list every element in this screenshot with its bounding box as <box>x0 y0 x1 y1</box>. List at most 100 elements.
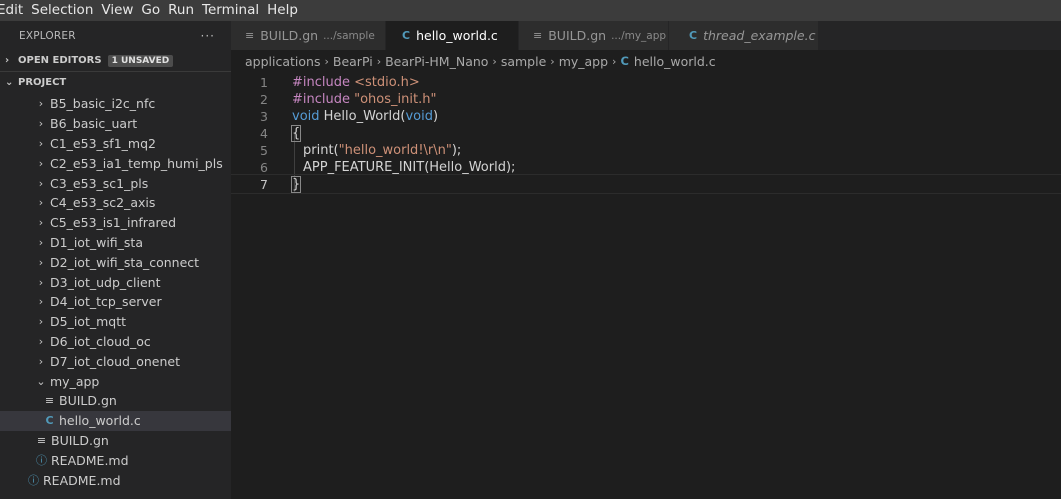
tree-folder-c4[interactable]: › C4_e53_sc2_axis <box>0 193 231 213</box>
c-file-icon: C <box>620 54 629 68</box>
menu-help[interactable]: Help <box>263 0 302 21</box>
breadcrumb: applications › BearPi › BearPi-HM_Nano ›… <box>231 50 1061 72</box>
tree-folder-d6[interactable]: › D6_iot_cloud_oc <box>0 332 231 352</box>
code-text: print("hello_world!\r\n"); <box>303 142 462 158</box>
explorer-title: EXPLORER <box>19 29 76 42</box>
tree-item-label: D6_iot_cloud_oc <box>50 333 151 349</box>
chevron-right-icon: › <box>38 216 44 230</box>
tab-description: .../sample <box>323 29 375 42</box>
list-file-icon: ≡ <box>44 394 55 408</box>
tree-item-label: README.md <box>43 472 121 488</box>
tree-folder-c2[interactable]: › C2_e53_ia1_temp_humi_pls <box>0 153 231 173</box>
code-editor[interactable]: 1 #include <stdio.h> 2 #include "ohos_in… <box>231 72 1061 499</box>
tab-thread-example-c[interactable]: C thread_example.c <box>669 21 819 50</box>
menu-selection[interactable]: Selection <box>27 0 97 21</box>
breadcrumb-item[interactable]: my_app <box>559 54 608 69</box>
code-text: void Hello_World(void) <box>292 108 439 124</box>
tree-file-build-gn-my-app[interactable]: ≡ BUILD.gn <box>0 391 231 411</box>
chevron-right-icon: › <box>38 315 44 329</box>
unsaved-badge: 1 UNSAVED <box>107 54 174 67</box>
tree-item-label: BUILD.gn <box>59 393 117 409</box>
tree-folder-b5[interactable]: › B5_basic_i2c_nfc <box>0 94 231 114</box>
code-line-current[interactable]: 7 } <box>231 174 1061 194</box>
code-text: #include "ohos_init.h" <box>292 91 437 107</box>
info-icon: ⓘ <box>36 454 47 468</box>
editor-tab-bar: ≡ BUILD.gn .../sample C hello_world.c ≡ … <box>231 21 1061 50</box>
menu-go[interactable]: Go <box>137 0 164 21</box>
code-text: } <box>290 175 302 193</box>
tree-item-label: C5_e53_is1_infrared <box>50 215 177 231</box>
menu-terminal[interactable]: Terminal <box>198 0 263 21</box>
tree-item-label: D1_iot_wifi_sta <box>50 234 143 250</box>
open-editors-section[interactable]: › OPEN EDITORS 1 UNSAVED <box>0 50 231 71</box>
chevron-right-icon: › <box>38 136 44 150</box>
tree-folder-d3[interactable]: › D3_iot_udp_client <box>0 272 231 292</box>
chevron-right-icon: › <box>38 235 44 249</box>
chevron-right-icon: › <box>38 117 44 131</box>
open-editors-label: OPEN EDITORS <box>18 55 102 66</box>
tree-item-label: C4_e53_sc2_axis <box>50 195 156 211</box>
menu-view[interactable]: View <box>97 0 137 21</box>
chevron-right-icon: › <box>38 354 44 368</box>
tree-item-label: D5_iot_mqtt <box>50 314 127 330</box>
line-number: 2 <box>260 91 268 107</box>
chevron-right-icon: › <box>376 54 382 68</box>
tab-hello-world-c[interactable]: C hello_world.c <box>386 21 519 50</box>
tree-file-hello-world-c[interactable]: C hello_world.c <box>0 410 231 431</box>
chevron-right-icon: › <box>38 295 44 309</box>
chevron-right-icon: › <box>38 255 44 269</box>
tree-item-label: C1_e53_sf1_mq2 <box>50 135 156 151</box>
tree-folder-c3[interactable]: › C3_e53_sc1_pls <box>0 173 231 193</box>
chevron-right-icon: › <box>38 156 44 170</box>
tree-item-label: D7_iot_cloud_onenet <box>50 353 180 369</box>
tree-file-readme-sample[interactable]: ⓘ README.md <box>0 450 231 470</box>
chevron-down-icon: ⌄ <box>5 76 14 88</box>
menu-run[interactable]: Run <box>164 0 198 21</box>
tree-folder-d4[interactable]: › D4_iot_tcp_server <box>0 292 231 312</box>
tree-folder-d7[interactable]: › D7_iot_cloud_onenet <box>0 351 231 371</box>
breadcrumb-item[interactable]: BearPi <box>333 54 373 69</box>
list-file-icon: ≡ <box>533 29 543 42</box>
tree-folder-c5[interactable]: › C5_e53_is1_infrared <box>0 213 231 233</box>
line-number: 6 <box>260 159 268 175</box>
tree-item-label: D3_iot_udp_client <box>50 274 161 290</box>
line-number: 7 <box>260 176 268 192</box>
tree-file-build-gn-sample[interactable]: ≡ BUILD.gn <box>0 431 231 451</box>
file-tree: › B5_basic_i2c_nfc › B6_basic_uart › C1_… <box>0 94 231 490</box>
tab-build-gn-my-app[interactable]: ≡ BUILD.gn .../my_app <box>519 21 669 50</box>
breadcrumb-item[interactable]: sample <box>501 54 546 69</box>
tree-folder-d5[interactable]: › D5_iot_mqtt <box>0 312 231 332</box>
project-section[interactable]: ⌄ PROJECT <box>0 71 231 92</box>
more-actions-icon[interactable]: ··· <box>201 29 215 43</box>
chevron-right-icon: › <box>38 176 44 190</box>
breadcrumb-item[interactable]: BearPi-HM_Nano <box>385 54 488 69</box>
tab-label: hello_world.c <box>416 28 498 43</box>
tree-item-label: C2_e53_ia1_temp_humi_pls <box>50 155 223 171</box>
code-text: APP_FEATURE_INIT(Hello_World); <box>303 159 516 175</box>
explorer-sidebar: EXPLORER ··· › OPEN EDITORS 1 UNSAVED ⌄ … <box>0 21 231 499</box>
chevron-right-icon: › <box>492 54 497 68</box>
tree-folder-my-app[interactable]: ⌄ my_app <box>0 371 231 391</box>
menu-edit[interactable]: Edit <box>0 0 27 21</box>
chevron-right-icon: › <box>612 54 617 68</box>
menu-bar: Edit Selection View Go Run Terminal Help <box>0 0 1061 21</box>
line-number: 1 <box>260 74 268 90</box>
chevron-right-icon: › <box>324 54 329 68</box>
tree-folder-c1[interactable]: › C1_e53_sf1_mq2 <box>0 134 231 154</box>
line-number: 5 <box>260 142 268 158</box>
chevron-right-icon: › <box>5 55 10 66</box>
tree-file-readme-root[interactable]: ⓘ README.md <box>0 470 231 490</box>
tree-folder-d2[interactable]: › D2_iot_wifi_sta_connect <box>0 252 231 272</box>
tree-item-label: hello_world.c <box>59 413 141 429</box>
tab-build-gn-sample[interactable]: ≡ BUILD.gn .../sample <box>231 21 386 50</box>
tree-item-label: D4_iot_tcp_server <box>50 294 162 310</box>
chevron-right-icon: › <box>38 275 44 289</box>
c-file-icon: C <box>45 414 54 428</box>
tab-label: thread_example.c <box>703 28 816 43</box>
code-text: { <box>290 124 302 142</box>
tree-folder-b6[interactable]: › B6_basic_uart <box>0 114 231 134</box>
tree-folder-d1[interactable]: › D1_iot_wifi_sta <box>0 233 231 253</box>
breadcrumb-item[interactable]: applications <box>245 54 320 69</box>
c-file-icon: C <box>402 29 411 42</box>
breadcrumb-item[interactable]: hello_world.c <box>634 54 716 69</box>
